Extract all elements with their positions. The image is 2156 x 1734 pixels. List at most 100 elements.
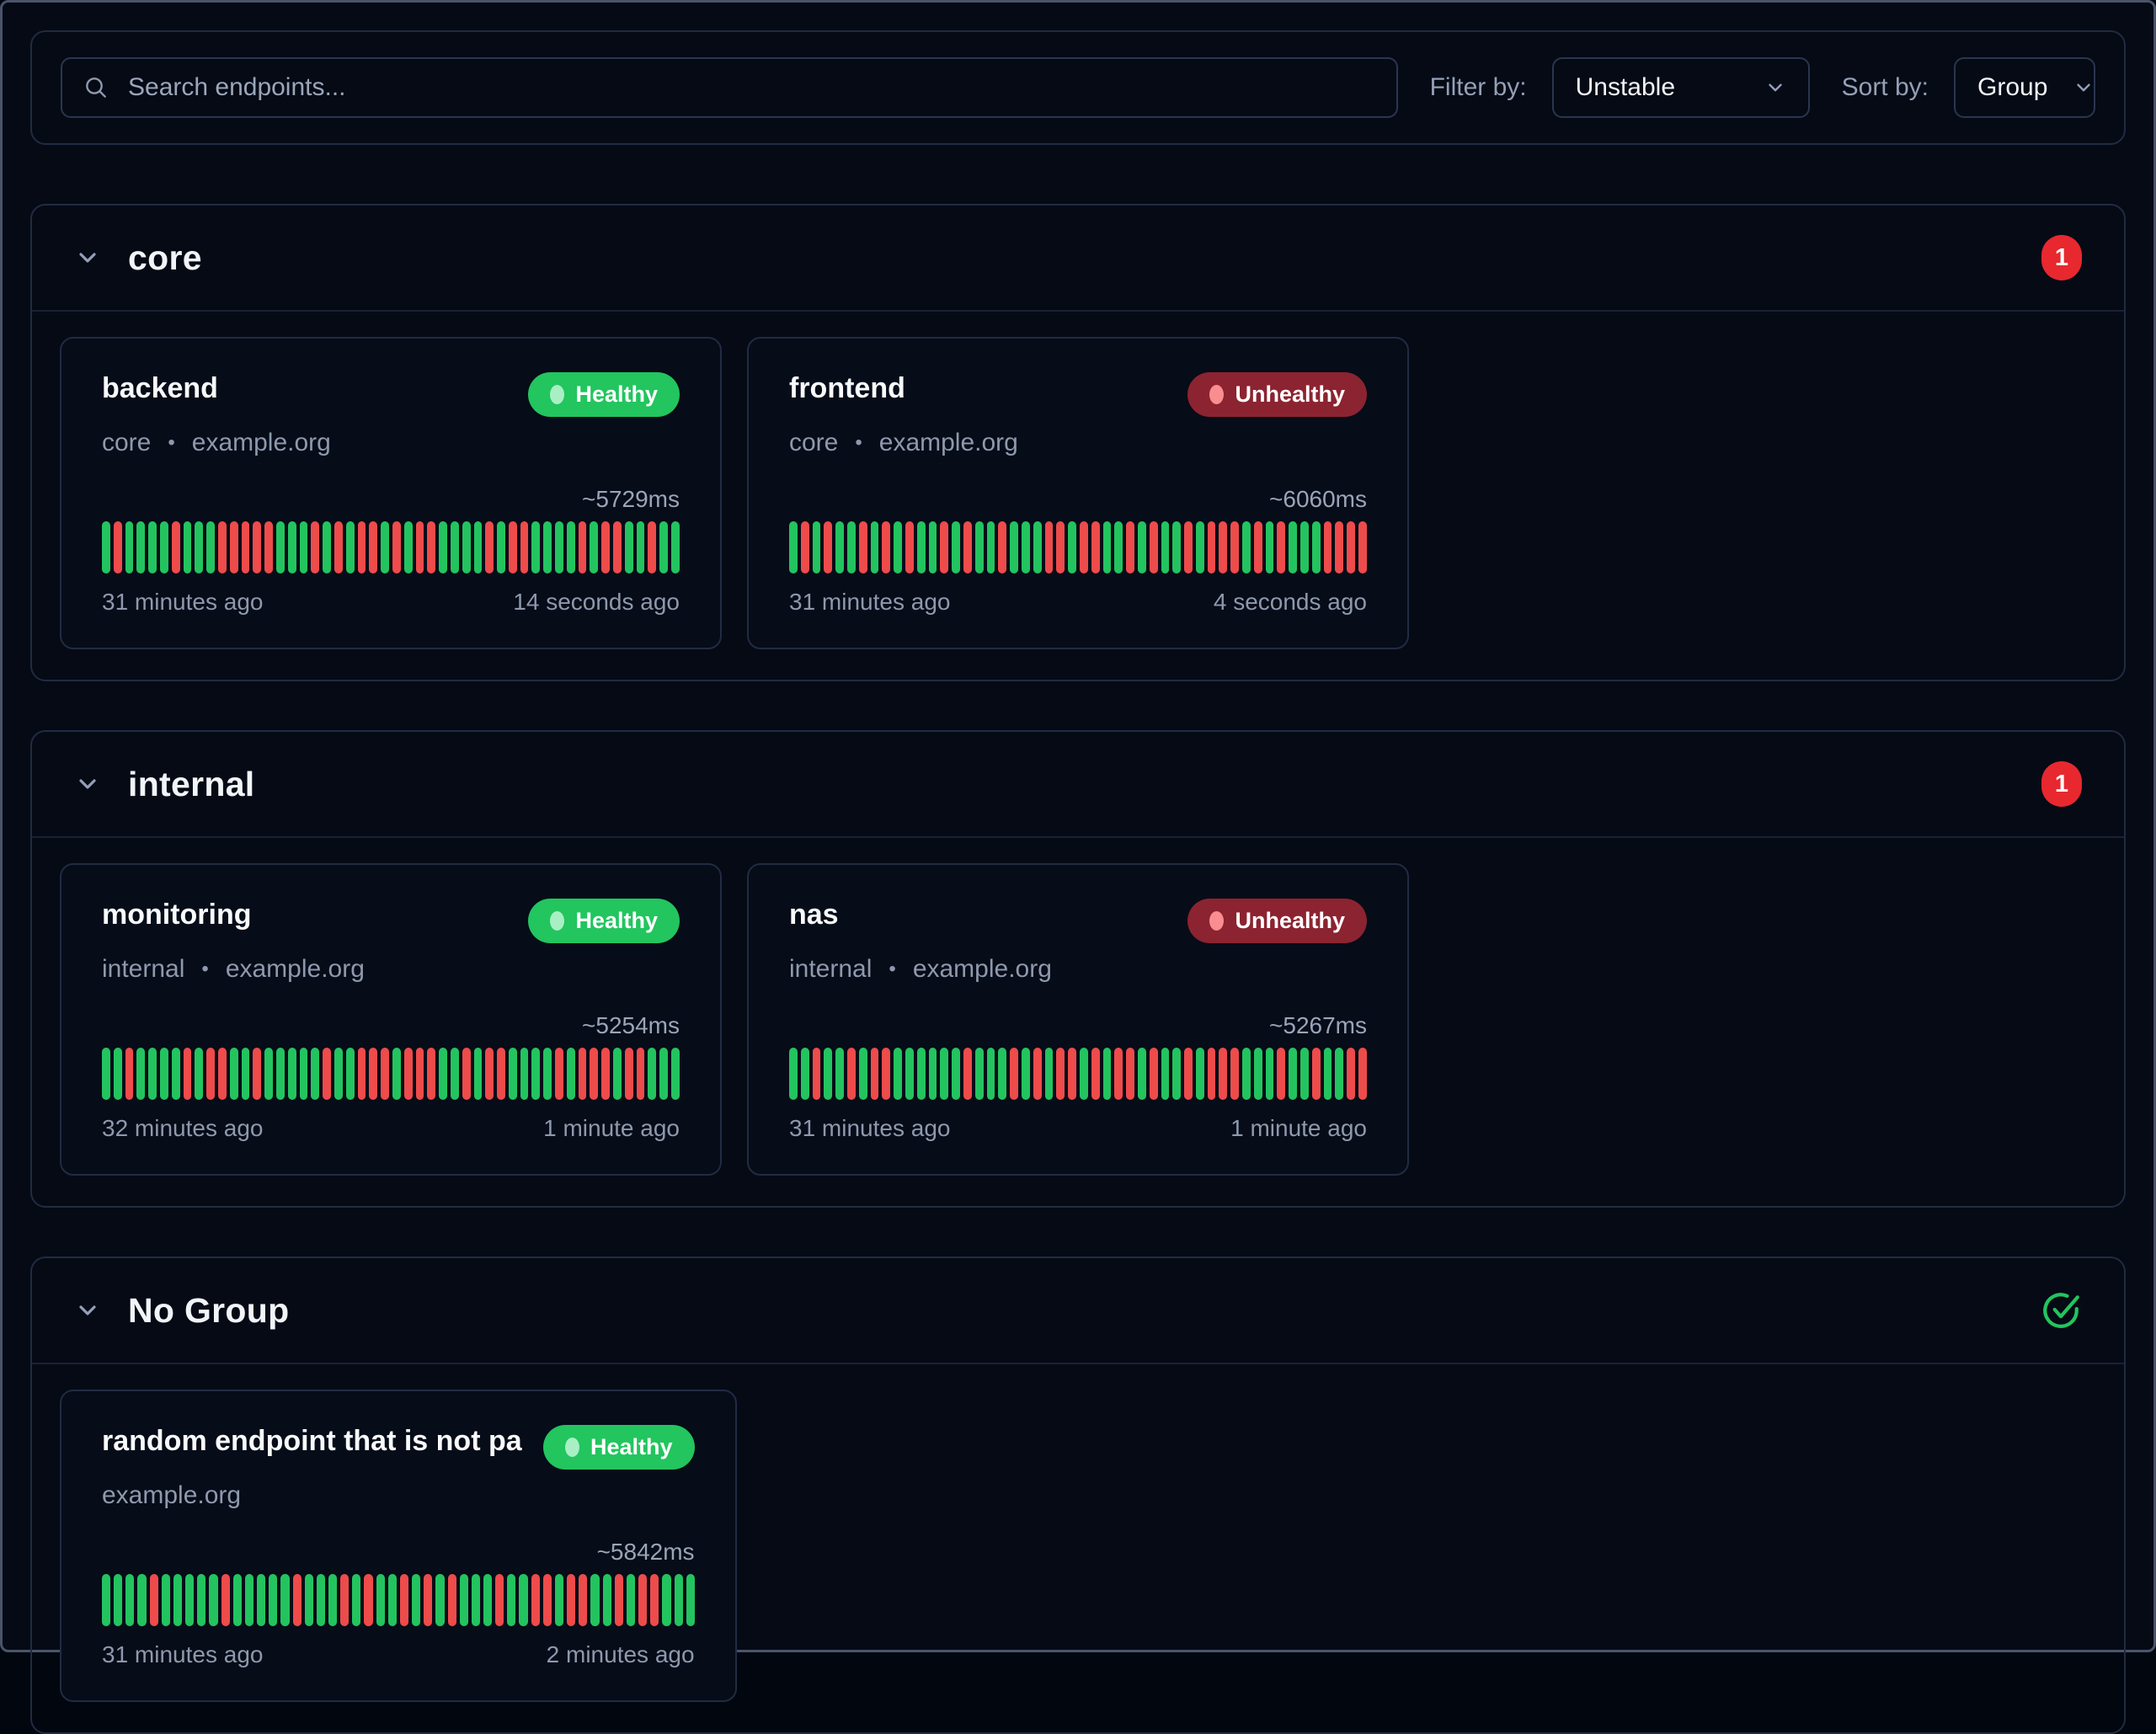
health-bar-success — [206, 521, 215, 574]
health-bar-success — [483, 1574, 492, 1626]
health-bar-failure — [358, 521, 366, 574]
groups-list: core 1 backend Healthy core•example.org … — [30, 204, 2126, 1734]
health-bar-success — [567, 521, 575, 574]
endpoint-card[interactable]: frontend Unhealthy core•example.org ~606… — [747, 337, 1409, 649]
health-bar-failure — [613, 521, 622, 574]
status-badge-label: Healthy — [575, 908, 658, 934]
health-bar-success — [917, 521, 926, 574]
health-bar-failure — [1347, 521, 1355, 574]
health-bar-failure — [1056, 521, 1065, 574]
health-bar-failure — [1045, 521, 1054, 574]
health-bar-success — [671, 521, 680, 574]
health-bar-failure — [1068, 1048, 1076, 1100]
health-bar-success — [1103, 521, 1112, 574]
search-box[interactable] — [61, 57, 1398, 118]
health-bar-failure — [1091, 1048, 1100, 1100]
health-bar-failure — [125, 1048, 134, 1100]
health-bar-success — [835, 1048, 844, 1100]
health-bar-success — [929, 1048, 937, 1100]
health-bar-failure — [963, 1048, 972, 1100]
health-bar-success — [136, 521, 145, 574]
endpoint-title: monitoring — [102, 899, 252, 931]
health-bar-success — [1324, 1048, 1332, 1100]
endpoint-card[interactable]: backend Healthy core•example.org ~5729ms… — [60, 337, 722, 649]
health-bar-success — [648, 1048, 656, 1100]
health-bar-success — [1068, 521, 1076, 574]
health-bar-failure — [1324, 521, 1332, 574]
timestamp-newest: 2 minutes ago — [547, 1641, 695, 1668]
health-bar-failure — [1033, 1048, 1042, 1100]
health-bar-success — [987, 1048, 995, 1100]
group-section: internal 1 monitoring Healthy internal•e… — [30, 730, 2126, 1208]
endpoint-title: nas — [789, 899, 839, 931]
health-bar-failure — [1358, 521, 1367, 574]
health-bar-failure — [1230, 1048, 1239, 1100]
group-cards: random endpoint that is not part... Heal… — [32, 1364, 2124, 1732]
health-bar-failure — [358, 1048, 366, 1100]
subtitle-part: internal — [102, 955, 184, 984]
health-bar-failure — [1126, 1048, 1134, 1100]
group-all-healthy-check-icon — [2040, 1289, 2082, 1331]
health-bar-failure — [323, 1048, 331, 1100]
health-bar-failure — [847, 1048, 856, 1100]
health-bar-failure — [940, 521, 948, 574]
health-bar-failure — [1347, 1048, 1355, 1100]
health-bar-failure — [448, 1574, 456, 1626]
health-bar-failure — [369, 1048, 377, 1100]
health-bar-failure — [114, 521, 122, 574]
group-header[interactable]: No Group — [32, 1258, 2124, 1364]
health-bar-success — [381, 521, 389, 574]
group-section: No Group random endpoint that is not par… — [30, 1256, 2126, 1734]
health-bar-success — [148, 521, 157, 574]
endpoint-subtitle: internal•example.org — [789, 955, 1367, 984]
health-bar-success — [543, 1048, 552, 1100]
health-bar-failure — [531, 1574, 540, 1626]
timestamp-oldest: 31 minutes ago — [789, 1115, 950, 1142]
health-bar-success — [952, 521, 960, 574]
group-header[interactable]: core 1 — [32, 205, 2124, 312]
health-bar-failure — [601, 521, 610, 574]
filter-select[interactable]: Unstable — [1552, 57, 1810, 118]
health-bar-failure — [404, 1048, 413, 1100]
health-bar-success — [472, 1574, 480, 1626]
health-bar-success — [497, 521, 505, 574]
group-header[interactable]: internal 1 — [32, 732, 2124, 838]
endpoint-card[interactable]: monitoring Healthy internal•example.org … — [60, 863, 722, 1176]
health-bar-success — [662, 1574, 670, 1626]
endpoint-subtitle: core•example.org — [102, 429, 680, 457]
health-bar-success — [376, 1574, 385, 1626]
health-bar-failure — [1010, 1048, 1018, 1100]
health-bar-success — [1196, 521, 1204, 574]
timestamp-newest: 4 seconds ago — [1214, 589, 1367, 616]
health-bar-success — [245, 1574, 253, 1626]
sort-select[interactable]: Group — [1954, 57, 2095, 118]
group-unhealthy-count-badge: 1 — [2041, 761, 2082, 807]
health-bar-success — [276, 521, 285, 574]
health-bar-failure — [218, 1048, 227, 1100]
endpoint-card[interactable]: nas Unhealthy internal•example.org ~5267… — [747, 863, 1409, 1176]
health-bar-success — [519, 1574, 527, 1626]
uptime-bars — [102, 1574, 695, 1626]
health-bar-success — [233, 1574, 242, 1626]
health-bar-success — [1172, 521, 1181, 574]
endpoint-card[interactable]: random endpoint that is not part... Heal… — [60, 1390, 737, 1702]
health-bar-failure — [625, 1048, 633, 1100]
search-input[interactable] — [128, 73, 1376, 102]
health-bar-failure — [369, 521, 377, 574]
health-bar-success — [392, 1048, 401, 1100]
subtitle-part: example.org — [879, 429, 1018, 457]
status-badge-label: Unhealthy — [1235, 381, 1345, 408]
health-bar-success — [555, 521, 563, 574]
subtitle-part: example.org — [102, 1481, 241, 1510]
health-bar-success — [276, 1048, 285, 1100]
health-bar-failure — [1254, 521, 1262, 574]
status-badge: Healthy — [543, 1425, 695, 1470]
health-bar-failure — [1184, 1048, 1193, 1100]
status-dot-icon — [565, 1438, 579, 1457]
health-bar-failure — [637, 1048, 645, 1100]
group-unhealthy-count-badge: 1 — [2041, 235, 2082, 280]
health-bar-success — [1300, 1048, 1309, 1100]
subtitle-separator: • — [889, 958, 895, 981]
status-badge-label: Unhealthy — [1235, 908, 1345, 934]
status-badge: Unhealthy — [1187, 899, 1367, 943]
